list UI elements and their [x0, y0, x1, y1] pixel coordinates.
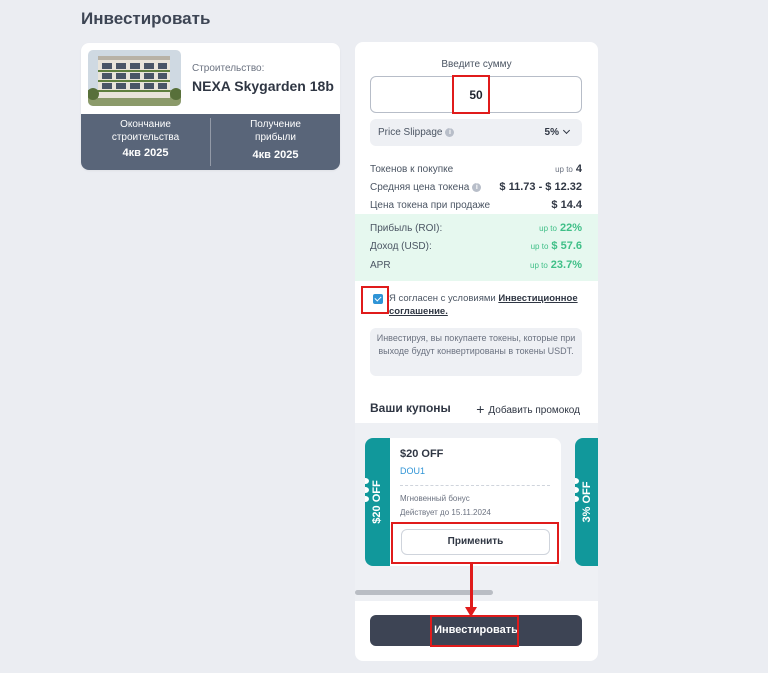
annotation-arrow-head — [465, 607, 477, 617]
apr-value: 23.7% — [550, 259, 582, 271]
project-image — [88, 50, 181, 106]
coupon-card[interactable]: $20 OFF $20 OFF DOU1 Мгновенный бонус Де… — [365, 438, 561, 566]
roi-upto: up to — [539, 224, 557, 233]
coupon-side-strip: $20 OFF — [365, 438, 390, 566]
coupon-notches — [365, 478, 369, 505]
project-name: NEXA Skygarden 18b — [192, 78, 334, 94]
sell-price-label: Цена токена при продаже — [370, 200, 491, 211]
income-label: Доход (USD): — [370, 241, 432, 252]
amount-input[interactable]: 50 — [370, 76, 582, 113]
agree-label: Я согласен с условиями — [389, 293, 499, 304]
coupon-side-strip: 3% OFF — [575, 438, 598, 566]
amount-value: 50 — [469, 88, 483, 102]
avg-price-value: $ 11.73 - $ 12.32 — [499, 181, 582, 193]
sell-price-row: Цена токена при продаже $ 14.4 — [370, 199, 582, 214]
profit-date-value: 4кв 2025 — [252, 149, 299, 161]
tokens-value: 4 — [575, 163, 582, 175]
completion-label: Окончание строительства — [111, 119, 180, 143]
add-promo-button[interactable]: + Добавить промокод — [476, 401, 580, 417]
roi-value-wrap: up to 22% — [539, 222, 582, 234]
apply-coupon-button[interactable]: Применить — [401, 529, 550, 555]
roi-label: Прибыль (ROI): — [370, 223, 443, 234]
page-title: Инвестировать — [81, 9, 211, 28]
avg-price-label-wrap: Средняя цена токена i — [370, 182, 482, 193]
invest-button[interactable]: Инвестировать — [370, 615, 582, 646]
profit-date-info: Получение прибыли 4кв 2025 — [210, 118, 340, 166]
tokens-value-wrap: up to 4 — [555, 163, 582, 175]
tokens-label: Токенов к покупке — [370, 164, 454, 175]
coupon-code: DOU1 — [400, 466, 426, 476]
add-promo-label: Добавить промокод — [488, 405, 580, 416]
apr-label: APR — [370, 260, 391, 271]
profit-date-label: Получение прибыли — [250, 119, 301, 143]
chevron-down-icon — [562, 126, 571, 135]
annotation-arrow — [470, 563, 473, 613]
avg-price-label: Средняя цена токена — [370, 182, 470, 193]
price-slippage-label: Price Slippage — [378, 127, 443, 138]
plus-icon: + — [476, 401, 485, 417]
coupon-divider — [400, 485, 550, 486]
income-upto: up to — [530, 242, 549, 251]
coupon-bonus-type: Мгновенный бонус — [400, 494, 470, 503]
coupon-notches — [575, 478, 579, 505]
project-footer: Окончание строительства 4кв 2025 Получен… — [81, 114, 340, 170]
coupon-side-label: $20 OFF — [371, 480, 383, 524]
tokens-row: Токенов к покупке up to 4 — [370, 163, 582, 178]
project-subtitle: Строительство: — [192, 63, 265, 74]
tokens-upto: up to — [555, 165, 573, 174]
coupon-title: $20 OFF — [400, 448, 444, 460]
sell-price-value: $ 14.4 — [551, 199, 582, 211]
apr-value-wrap: up to 23.7% — [530, 259, 582, 271]
agree-text: Я согласен с условиями Инвестиционное со… — [389, 292, 589, 318]
conversion-note: Инвестируя, вы покупаете токены, которые… — [370, 328, 582, 376]
price-slippage-value: 5% — [544, 127, 559, 138]
coupon-side-label: 3% OFF — [581, 481, 593, 523]
project-card[interactable]: Строительство: NEXA Skygarden 18b Оконча… — [81, 43, 340, 170]
coupon-valid-until: Действует до 15.11.2024 — [400, 508, 491, 517]
agree-checkbox[interactable] — [373, 294, 383, 304]
info-icon[interactable]: i — [445, 127, 455, 137]
coupon-card[interactable]: 3% OFF — [575, 438, 598, 566]
income-value-wrap: up to $ 57.6 — [531, 240, 582, 252]
profit-block: Прибыль (ROI): up to 22% Доход (USD): up … — [355, 214, 598, 281]
completion-value: 4кв 2025 — [122, 147, 169, 159]
price-slippage-label-wrap: Price Slippage i — [378, 127, 455, 138]
invest-panel: Введите сумму 50 Price Slippage i 5% Токе… — [355, 42, 598, 661]
coupons-carousel[interactable]: $20 OFF $20 OFF DOU1 Мгновенный бонус Де… — [355, 423, 598, 601]
completion-info: Окончание строительства 4кв 2025 — [81, 114, 210, 170]
amount-label: Введите сумму — [441, 59, 512, 70]
price-slippage-value-wrap: 5% — [544, 126, 571, 138]
roi-value: 22% — [559, 222, 582, 234]
info-icon[interactable]: i — [472, 182, 482, 192]
price-slippage-select[interactable]: Price Slippage i 5% — [370, 119, 582, 146]
coupons-title: Ваши купоны — [370, 401, 451, 415]
income-value: $ 57.6 — [551, 240, 582, 252]
apr-upto: up to — [530, 261, 548, 270]
avg-price-row: Средняя цена токена i $ 11.73 - $ 12.32 — [370, 181, 582, 196]
